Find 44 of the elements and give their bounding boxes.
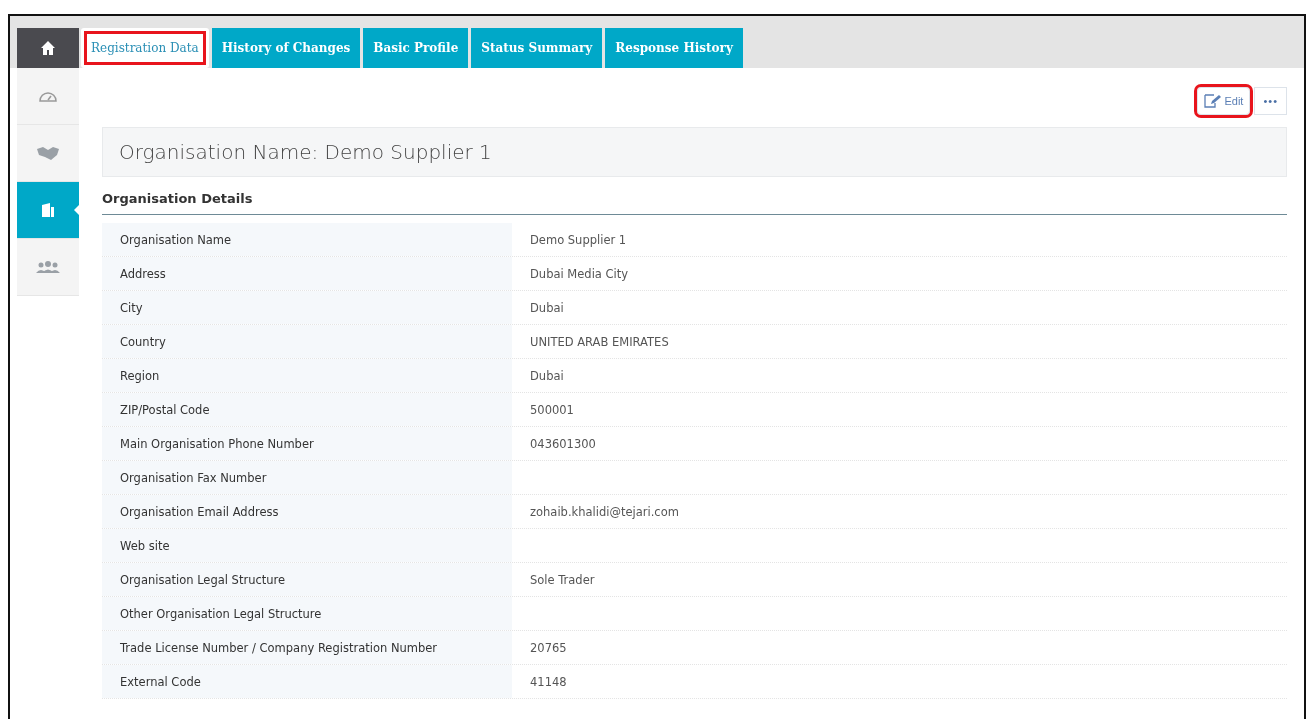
sidebar-item[interactable] bbox=[17, 239, 79, 296]
tab[interactable]: Response History bbox=[605, 28, 743, 68]
tab[interactable]: History of Changes bbox=[211, 28, 361, 68]
tab[interactable]: Registration Data bbox=[81, 28, 209, 68]
handshake-icon bbox=[36, 145, 60, 161]
tab[interactable]: Status Summary bbox=[471, 28, 603, 68]
field-label: Address bbox=[102, 257, 512, 290]
home-button[interactable] bbox=[17, 28, 79, 68]
building-icon bbox=[41, 202, 55, 218]
section-title: Organisation Details bbox=[102, 191, 1287, 215]
edit-button[interactable]: Edit bbox=[1197, 87, 1251, 115]
organisation-title: Organisation Name: Demo Supplier 1 bbox=[119, 140, 492, 164]
field-label: Trade License Number / Company Registration Number bbox=[102, 631, 512, 664]
field-label: Organisation Fax Number bbox=[102, 461, 512, 494]
field-label: External Code bbox=[102, 665, 512, 698]
more-button[interactable]: ••• bbox=[1254, 87, 1287, 115]
field-value: Dubai Media City bbox=[530, 266, 629, 281]
edit-icon bbox=[1204, 94, 1223, 108]
gauge-icon bbox=[38, 89, 58, 103]
field-label: Region bbox=[102, 359, 512, 392]
field-label: Organisation Name bbox=[102, 223, 512, 256]
field-label: Organisation Email Address bbox=[102, 495, 512, 528]
field-label: Web site bbox=[102, 529, 512, 562]
sidebar-item[interactable] bbox=[17, 125, 79, 182]
field-value: zohaib.khalidi@tejari.com bbox=[530, 504, 679, 519]
field-value: 41148 bbox=[530, 674, 567, 689]
field-label: Country bbox=[102, 325, 512, 358]
field-value: UNITED ARAB EMIRATES bbox=[530, 334, 669, 349]
field-value: Dubai bbox=[530, 368, 564, 383]
field-label: City bbox=[102, 291, 512, 324]
field-value: 20765 bbox=[530, 640, 567, 655]
field-value: Dubai bbox=[530, 300, 564, 315]
home-icon bbox=[40, 40, 56, 56]
field-label: Main Organisation Phone Number bbox=[102, 427, 512, 460]
field-value: Demo Supplier 1 bbox=[530, 232, 627, 247]
field-label: Other Organisation Legal Structure bbox=[102, 597, 512, 630]
field-label: Organisation Legal Structure bbox=[102, 563, 512, 596]
field-label: ZIP/Postal Code bbox=[102, 393, 512, 426]
people-icon bbox=[36, 260, 60, 274]
tab[interactable]: Basic Profile bbox=[363, 28, 469, 68]
field-value: Sole Trader bbox=[530, 572, 595, 587]
field-value: 500001 bbox=[530, 402, 574, 417]
field-value: 043601300 bbox=[530, 436, 596, 451]
sidebar-item[interactable] bbox=[17, 182, 79, 239]
